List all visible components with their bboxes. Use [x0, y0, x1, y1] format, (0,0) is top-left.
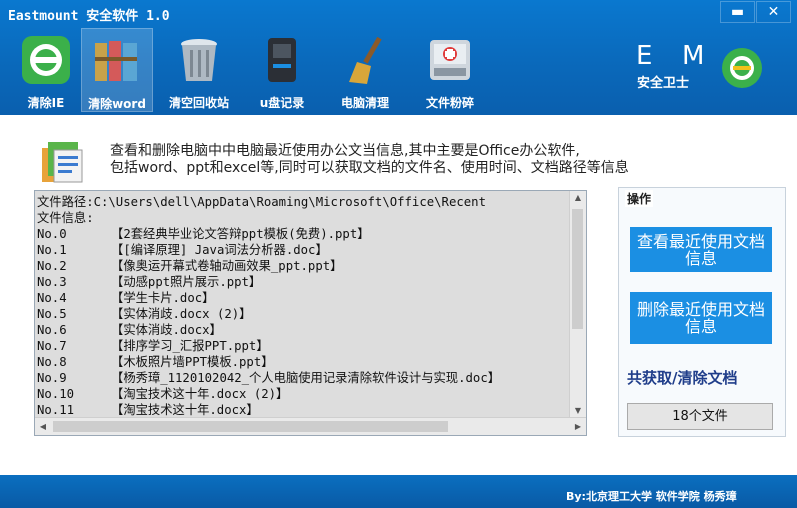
shredder-icon — [430, 40, 470, 80]
broom-icon — [349, 36, 382, 84]
minimize-button[interactable]: ▬ — [720, 1, 755, 23]
scroll-thumb[interactable] — [572, 209, 583, 329]
scroll-up-icon[interactable]: ▲ — [570, 191, 586, 205]
books-icon — [95, 41, 137, 81]
scroll-thumb[interactable] — [53, 421, 448, 432]
output-line: 文件信息: — [37, 211, 94, 225]
toolbar-label: 清空回收站 — [168, 96, 229, 110]
scroll-left-icon[interactable]: ◀ — [35, 418, 51, 435]
delete-recent-docs-button[interactable]: 删除最近使用文档信息 — [630, 292, 772, 344]
recycle-bin-icon — [181, 39, 217, 81]
footer-text: By:北京理工大学 软件学院 杨秀璋 — [566, 490, 737, 503]
total-label: 共获取/清除文档 — [627, 369, 738, 387]
ie-icon — [22, 36, 70, 84]
output-textarea[interactable]: 文件路径:C:\Users\dell\AppData\Roaming\Micro… — [34, 190, 587, 436]
description-line: 包括word、ppt和excel等,同时可以获取文档的文件名、使用时间、文档路径… — [110, 160, 629, 176]
operations-legend: 操作 — [625, 190, 654, 207]
vertical-scrollbar[interactable]: ▲ ▼ — [569, 191, 586, 418]
close-button[interactable]: ✕ — [756, 1, 791, 23]
usb-drive-icon — [268, 38, 296, 82]
toolbar-label: 电脑清理 — [340, 96, 389, 110]
description-line: 查看和删除电脑中中电脑最近使用办公文当信息,其中主要是Office办公软件, — [110, 143, 580, 159]
usb-record-button[interactable]: u盘记录 — [246, 28, 318, 112]
toolbar-label: 文件粉碎 — [425, 96, 474, 110]
output-line: No.5 【实体消歧.docx (2)】 — [37, 307, 252, 321]
logo-text: 安全卫士 — [637, 76, 690, 91]
window-title: Eastmount 安全软件 1.0 — [8, 9, 170, 24]
description: 查看和删除电脑中中电脑最近使用办公文当信息,其中主要是Office办公软件, 包… — [110, 143, 710, 177]
output-line: No.0 【2套经典毕业论文答辩ppt模板(免费).ppt】 — [37, 227, 370, 241]
output-line: No.8 【木板照片墙PPT模板.ppt】 — [37, 355, 274, 369]
clear-word-button[interactable]: 清除word — [81, 28, 153, 112]
output-line: No.4 【学生卡片.doc】 — [37, 291, 215, 305]
documents-icon — [42, 142, 83, 183]
view-recent-docs-button[interactable]: 查看最近使用文档信息 — [630, 227, 772, 272]
output-line: No.6 【实体消歧.docx】 — [37, 323, 222, 337]
svg-text:E: E — [636, 41, 652, 71]
scroll-right-icon[interactable]: ▶ — [570, 418, 586, 435]
output-line: No.3 【动感ppt照片展示.ppt】 — [37, 275, 262, 289]
toolbar-label: 清除IE — [27, 96, 65, 110]
output-line: No.7 【排序学习_汇报PPT.ppt】 — [37, 339, 269, 353]
empty-recycle-bin-button[interactable]: 清空回收站 — [163, 28, 235, 112]
output-line: 文件路径:C:\Users\dell\AppData\Roaming\Micro… — [37, 195, 486, 209]
toolbar-label: 清除word — [88, 97, 146, 111]
output-line: No.9 【杨秀璋_1120102042_个人电脑使用记录清除软件设计与实现.d… — [37, 371, 501, 385]
scroll-down-icon[interactable]: ▼ — [570, 404, 586, 418]
output-line: No.11 【淘宝技术这十年.docx】 — [37, 403, 259, 417]
file-shred-button[interactable]: 文件粉碎 — [414, 28, 486, 112]
horizontal-scrollbar[interactable]: ◀ ▶ — [35, 417, 586, 435]
toolbar-label: u盘记录 — [259, 96, 305, 110]
svg-text:M: M — [682, 41, 704, 71]
output-lines: 文件路径:C:\Users\dell\AppData\Roaming\Micro… — [37, 194, 568, 418]
output-line: No.1 【[编译原理] Java词法分析器.doc】 — [37, 243, 328, 257]
output-line: No.10 【淘宝技术这十年.docx (2)】 — [37, 387, 289, 401]
pc-cleanup-button[interactable]: 电脑清理 — [329, 28, 401, 112]
file-count: 18个文件 — [627, 403, 773, 430]
output-line: No.2 【像奥运开幕式卷轴动画效果_ppt.ppt】 — [37, 259, 343, 273]
clear-ie-button[interactable]: 清除IE — [10, 28, 82, 112]
